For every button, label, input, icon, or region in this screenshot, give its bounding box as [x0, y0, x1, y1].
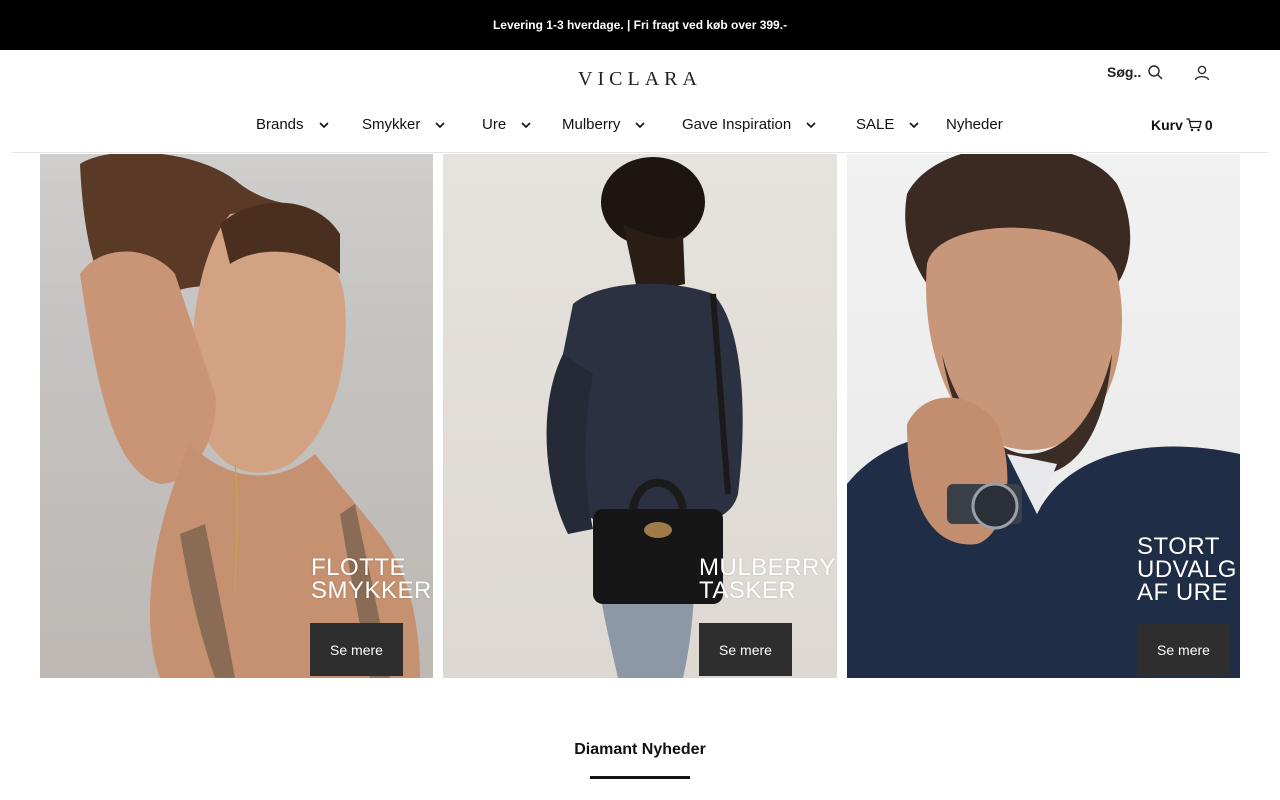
chevron-down-icon [806, 121, 816, 128]
see-more-button[interactable]: Se mere [1137, 623, 1230, 676]
promo-tile-mulberry[interactable]: MULBERRY TASKER Se mere [443, 154, 837, 678]
site-logo[interactable]: VICLARA [0, 68, 1280, 91]
account-icon[interactable] [1193, 64, 1211, 82]
chevron-down-icon [909, 121, 919, 128]
nav-item-label: Brands [256, 116, 304, 133]
promo-tile-watches[interactable]: STORT UDVALG AF URE Se mere [847, 154, 1240, 678]
header-divider [12, 152, 1268, 153]
nav-item-gave-inspiration[interactable]: Gave Inspiration [682, 116, 817, 133]
nav-item-ure[interactable]: Ure [482, 116, 532, 133]
nav-item-label: Nyheder [946, 116, 1003, 133]
nav-item-label: Ure [482, 116, 507, 133]
announcement-bar: Levering 1-3 hverdage. | Fri fragt ved k… [0, 0, 1280, 50]
search-button[interactable]: Søg.. [1107, 64, 1163, 80]
announcement-text: Levering 1-3 hverdage. | Fri fragt ved k… [492, 18, 788, 32]
promo-heading: STORT UDVALG AF URE [1137, 533, 1237, 606]
nav-item-sale[interactable]: SALE [856, 116, 920, 133]
nav-item-label: Smykker [362, 116, 421, 133]
nav-item-nyheder[interactable]: Nyheder [946, 116, 1003, 133]
promo-heading: FLOTTE SMYKKER [311, 554, 432, 604]
chevron-down-icon [635, 121, 645, 128]
promo-heading: MULBERRY TASKER [699, 554, 836, 604]
nav-item-label: SALE [856, 116, 895, 133]
nav-item-label: Mulberry [562, 116, 621, 133]
cart-label: Kurv [1151, 117, 1183, 133]
section-title[interactable]: Diamant Nyheder [0, 741, 1280, 759]
cart-count: 0 [1204, 117, 1213, 133]
chevron-down-icon [435, 121, 445, 128]
see-more-button[interactable]: Se mere [310, 623, 403, 676]
main-nav: Brands Smykker Ure Mulberry Gave Inspira… [0, 116, 1280, 140]
section-underline [590, 776, 690, 779]
nav-item-mulberry[interactable]: Mulberry [562, 116, 646, 133]
search-label: Søg.. [1107, 64, 1142, 80]
promo-tile-jewelry[interactable]: FLOTTE SMYKKER Se mere [40, 154, 433, 678]
nav-item-smykker[interactable]: Smykker [362, 116, 446, 133]
see-more-button[interactable]: Se mere [699, 623, 792, 676]
cart-button[interactable]: Kurv 0 [1151, 117, 1213, 133]
nav-item-brands[interactable]: Brands [256, 116, 330, 133]
chevron-down-icon [318, 121, 329, 128]
search-icon [1148, 65, 1163, 80]
cart-icon [1186, 118, 1202, 132]
chevron-down-icon [521, 121, 531, 128]
nav-item-label: Gave Inspiration [682, 116, 792, 133]
